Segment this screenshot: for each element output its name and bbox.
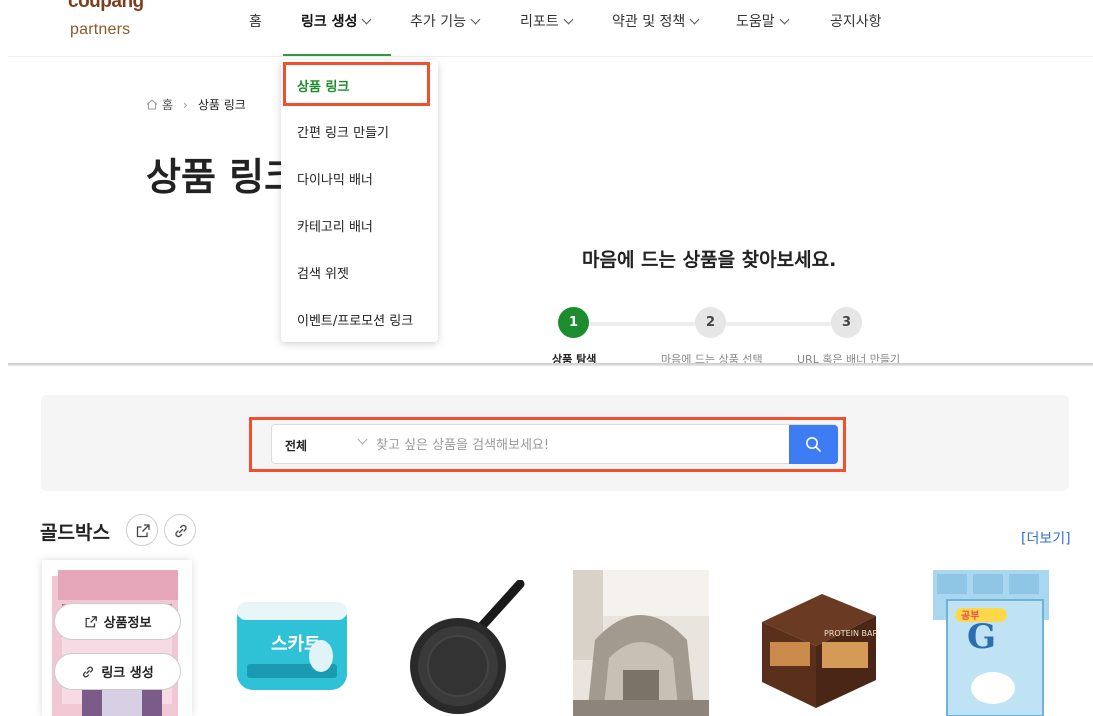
goldbox-external-link-button[interactable] — [126, 514, 158, 546]
nav-item-notices[interactable]: 공지사항 — [830, 12, 882, 36]
nav-item-help[interactable]: 도움말 — [736, 12, 790, 36]
step-2-label: 마음에 드는 상품 선택 — [661, 353, 763, 363]
dropdown-item-dynamic-banner[interactable]: 다이나믹 배너 — [297, 169, 373, 188]
step-3-label: URL 혹은 배너 만들기 — [797, 353, 901, 363]
nav-item-terms-policy[interactable]: 약관 및 정책 — [612, 12, 700, 36]
pink-product-box-image[interactable] — [52, 570, 182, 716]
home-icon[interactable] — [146, 99, 158, 110]
hero-divider — [8, 363, 1093, 366]
product-info-button[interactable]: 상품정보 — [54, 603, 181, 640]
page-title: 상품 링크 — [146, 155, 286, 199]
nav-item-link-create[interactable]: 링크 생성 — [301, 12, 372, 36]
product-link-highlight-box — [283, 62, 430, 106]
chevron-down-icon — [361, 14, 372, 25]
cinnamoroll-stationery-image[interactable]: 공부 G — [933, 570, 1049, 716]
hero-headline: 마음에 드는 상품을 찾아보세요. — [582, 249, 837, 271]
goldbox-title: 골드박스 — [40, 522, 110, 544]
indoor-tent-image[interactable] — [573, 570, 709, 716]
step-3-indicator: 3 — [831, 307, 862, 338]
create-link-button[interactable]: 링크 생성 — [54, 653, 181, 690]
breadcrumb-current: 상품 링크 — [197, 98, 246, 112]
logo-subtitle: partners — [70, 21, 131, 38]
goldbox-copy-link-button[interactable] — [164, 514, 196, 546]
step-1-label: 상품 탐색 — [552, 353, 597, 363]
link-icon — [83, 666, 94, 677]
step-2-indicator: 2 — [695, 307, 726, 338]
protein-bar-box-image[interactable]: PROTEIN BAR — [752, 582, 880, 712]
logo-wordmark: coupang — [68, 0, 144, 12]
breadcrumb: 홈 › 상품 링크 — [146, 96, 246, 113]
wet-wipes-pack-image[interactable]: 스카트 — [233, 598, 350, 694]
nav-item-extra-features[interactable]: 추가 기능 — [410, 12, 481, 36]
svg-text:G: G — [967, 617, 996, 657]
dropdown-item-search-widget[interactable]: 검색 위젯 — [297, 263, 349, 282]
dropdown-item-category-banner[interactable]: 카테고리 배너 — [297, 216, 373, 235]
goldbox-more-link[interactable]: [더보기] — [1021, 528, 1071, 548]
chevron-down-icon — [470, 14, 481, 25]
dropdown-item-event-promotion-link[interactable]: 이벤트/프로모션 링크 — [297, 310, 413, 329]
search-highlight-box — [249, 417, 846, 472]
chevron-down-icon — [689, 14, 700, 25]
nav-item-home[interactable]: 홈 — [249, 12, 262, 36]
top-navigation: coupang partners 홈 링크 생성 추가 기능 리포트 약관 및 … — [0, 0, 1093, 56]
external-link-icon — [85, 615, 97, 627]
link-icon — [175, 524, 187, 538]
chevron-right-icon: › — [183, 97, 188, 112]
breadcrumb-home[interactable]: 홈 — [162, 96, 173, 113]
svg-text:PROTEIN BAR: PROTEIN BAR — [824, 629, 878, 638]
coupang-partners-logo[interactable]: coupang partners — [62, 0, 152, 46]
chevron-down-icon — [779, 14, 790, 25]
frying-pan-image[interactable] — [408, 580, 526, 716]
chevron-down-icon — [563, 14, 574, 25]
external-link-icon — [136, 524, 150, 538]
step-1-indicator: 1 — [558, 307, 589, 338]
nav-item-reports[interactable]: 리포트 — [520, 12, 574, 36]
dropdown-item-simple-link[interactable]: 간편 링크 만들기 — [297, 122, 389, 141]
